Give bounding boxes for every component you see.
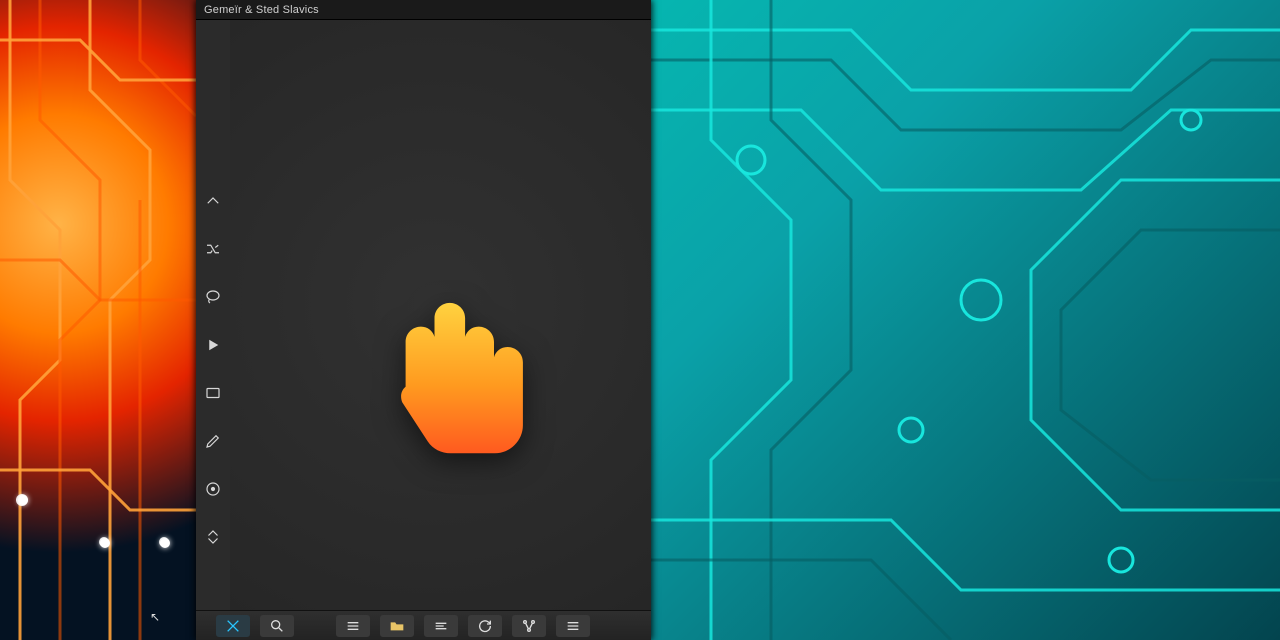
canvas-area[interactable] (230, 20, 651, 610)
taskbar (196, 610, 651, 640)
task-app-menu[interactable] (556, 615, 590, 637)
task-app-rotate[interactable] (468, 615, 502, 637)
hand-icon[interactable] (375, 285, 545, 455)
tool-rectangle[interactable] (202, 382, 224, 404)
task-app-lines[interactable] (336, 615, 370, 637)
tool-play[interactable] (202, 334, 224, 356)
task-app-editor[interactable] (216, 615, 250, 637)
vertical-toolbar (196, 20, 230, 610)
task-app-search[interactable] (260, 615, 294, 637)
tool-pen[interactable] (202, 430, 224, 452)
tool-lasso[interactable] (202, 286, 224, 308)
app-window: Gemeïr & Sted Slavics (196, 0, 651, 640)
wallpaper-right (651, 0, 1280, 640)
taskbar-group-b (336, 615, 590, 637)
desktop-cursor-glyph: ↖ (150, 610, 160, 624)
task-app-files[interactable] (380, 615, 414, 637)
tool-shuffle[interactable] (202, 238, 224, 260)
tool-move-up[interactable] (202, 190, 224, 212)
task-app-layers[interactable] (424, 615, 458, 637)
task-app-network[interactable] (512, 615, 546, 637)
tool-collapse[interactable] (202, 526, 224, 548)
tool-target[interactable] (202, 478, 224, 500)
taskbar-group-a (216, 615, 294, 637)
window-titlebar[interactable]: Gemeïr & Sted Slavics (196, 0, 651, 20)
window-title: Gemeïr & Sted Slavics (204, 4, 319, 16)
wallpaper-left: ↖ (0, 0, 196, 640)
